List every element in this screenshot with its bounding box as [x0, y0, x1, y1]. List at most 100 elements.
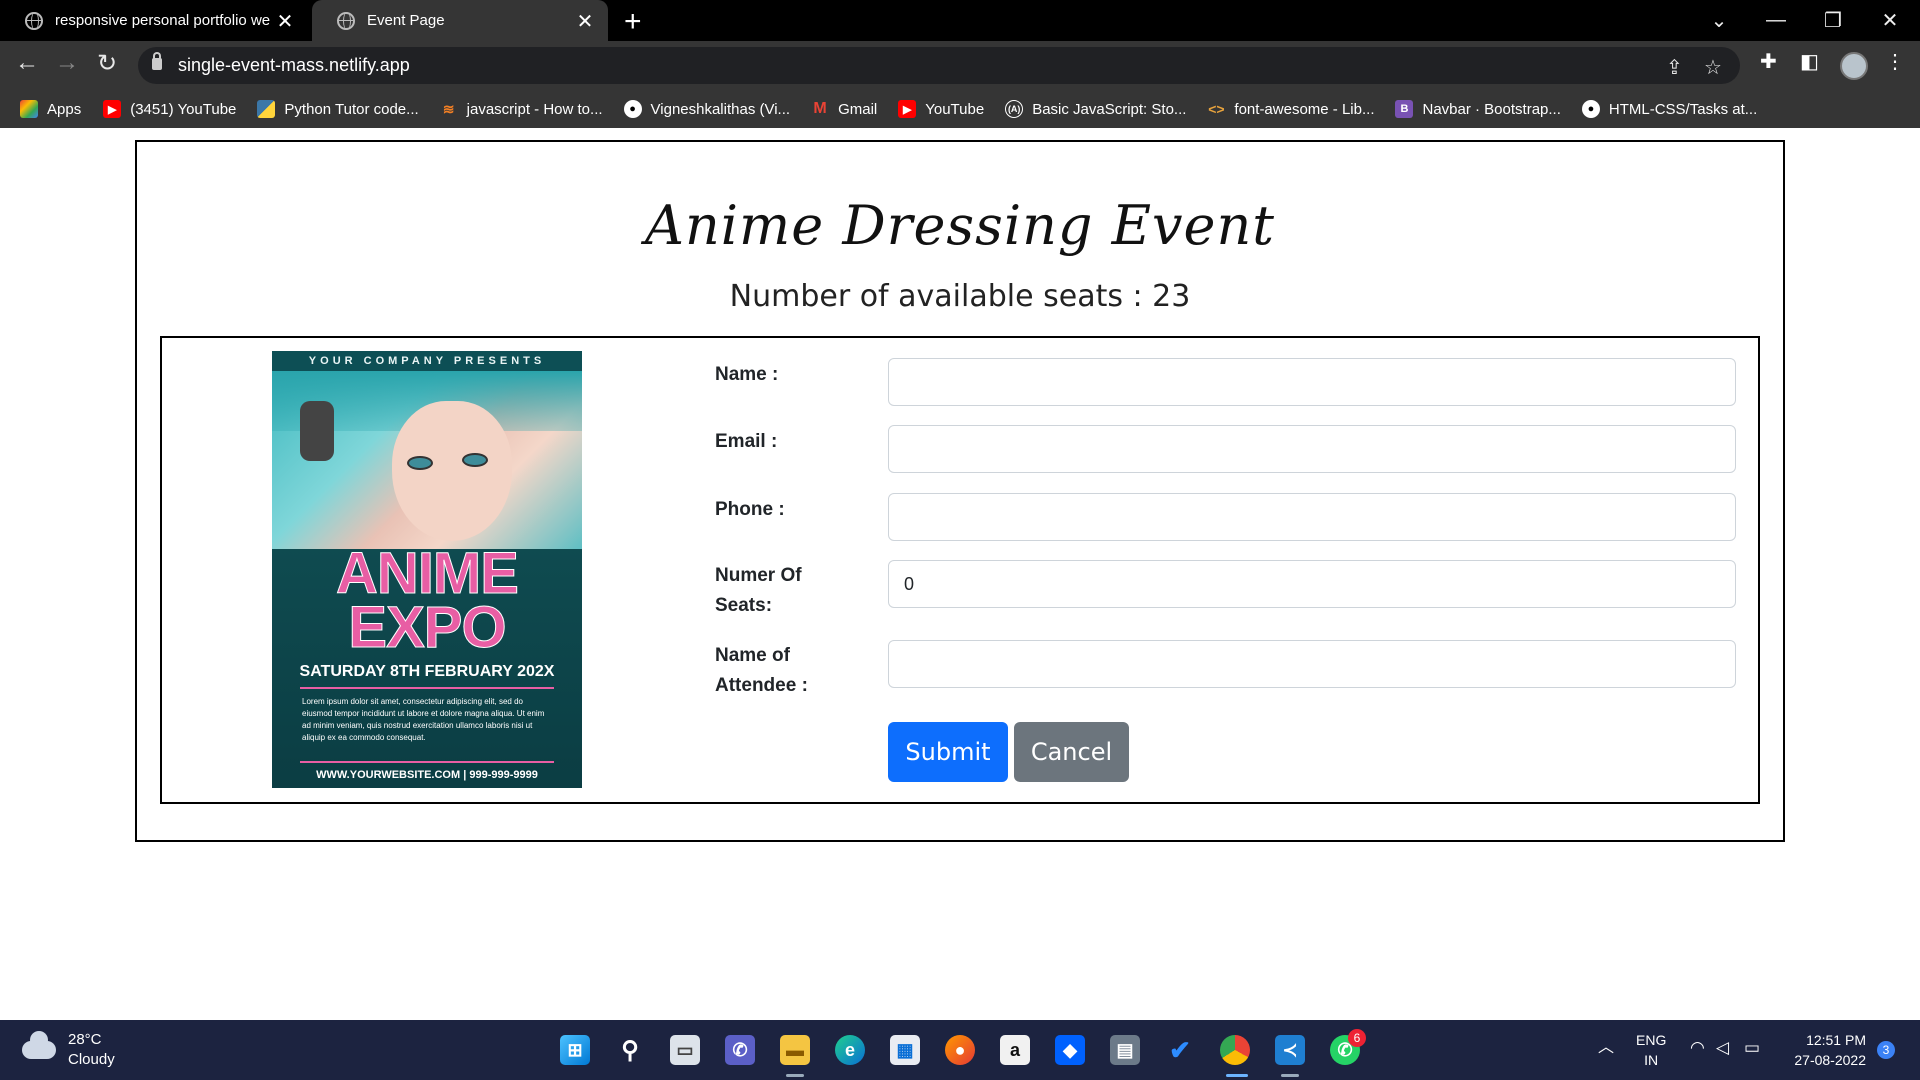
poster-face-shape — [392, 401, 512, 541]
running-indicator — [786, 1074, 804, 1077]
close-tab-icon[interactable]: ✕ — [274, 9, 296, 34]
amazon-icon[interactable]: a — [1000, 1035, 1030, 1065]
restore-button[interactable]: ❐ — [1806, 0, 1860, 41]
wifi-icon[interactable]: ◠ — [1690, 1038, 1705, 1058]
task-view-icon[interactable]: ▭ — [670, 1035, 700, 1065]
todo-check-icon[interactable]: ✔ — [1165, 1035, 1195, 1065]
bookmark-label: Basic JavaScript: Sto... — [1032, 100, 1187, 118]
menu-kebab-icon[interactable]: ⋮ — [1885, 49, 1905, 74]
tab-strip: responsive personal portfolio website ✕ … — [0, 0, 1920, 41]
firefox-icon[interactable]: ● — [945, 1035, 975, 1065]
tab-label: responsive personal portfolio website — [55, 12, 271, 29]
bookmark-stackoverflow[interactable]: ≋ javascript - How to... — [440, 90, 603, 128]
available-seats-text: Number of available seats : 23 — [729, 279, 1191, 314]
profile-avatar[interactable] — [1840, 52, 1868, 80]
bookmark-gmail[interactable]: M Gmail — [811, 90, 877, 128]
side-panel-icon[interactable]: ◧ — [1800, 49, 1819, 74]
url-text[interactable]: single-event-mass.netlify.app — [178, 55, 410, 76]
bookmark-font-awesome[interactable]: <> font-awesome - Lib... — [1207, 90, 1374, 128]
calculator-icon[interactable]: ▤ — [1110, 1035, 1140, 1065]
globe-icon — [337, 11, 355, 30]
clock[interactable]: 12:51 PM 27-08-2022 — [1786, 1030, 1866, 1070]
poster-eye-shape — [462, 453, 488, 467]
date-text: 27-08-2022 — [1794, 1052, 1866, 1068]
close-window-button[interactable]: ✕ — [1863, 0, 1917, 41]
bookmark-star-icon[interactable]: ☆ — [1704, 55, 1722, 80]
language-text: ENG — [1636, 1032, 1667, 1048]
seats-label-line-2: Seats: — [715, 595, 773, 616]
windows-start-icon[interactable]: ⊞ — [560, 1035, 590, 1065]
poster-headline-expo: EXPO — [348, 595, 507, 660]
seats-input[interactable] — [888, 560, 1736, 608]
bookmark-label: YouTube — [925, 100, 985, 118]
bookmark-youtube-3451[interactable]: ▶ (3451) YouTube — [103, 90, 236, 128]
event-container: Anime Dressing Event Number of available… — [135, 140, 1785, 842]
seats-label-line-1: Numer Of — [715, 565, 802, 586]
globe-icon — [25, 11, 43, 30]
running-indicator — [1281, 1074, 1299, 1077]
bookmark-apps[interactable]: Apps — [20, 90, 81, 128]
stackoverflow-icon: ≋ — [442, 100, 455, 117]
search-icon[interactable]: ⚲ — [615, 1035, 645, 1065]
page-viewport: Anime Dressing Event Number of available… — [0, 128, 1920, 1020]
youtube-icon: ▶ — [898, 100, 917, 118]
dropbox-icon[interactable]: ◆ — [1055, 1035, 1085, 1065]
battery-icon[interactable]: ▭ — [1744, 1038, 1760, 1058]
email-input[interactable] — [888, 425, 1736, 473]
minimize-button[interactable]: — — [1749, 0, 1803, 41]
chrome-icon[interactable] — [1220, 1035, 1250, 1065]
volume-icon[interactable]: ◁ — [1716, 1038, 1729, 1058]
poster-body-text: Lorem ipsum dolor sit amet, consectetur … — [302, 697, 545, 742]
tab-label: Event Page — [367, 12, 445, 29]
reload-icon[interactable]: ↻ — [92, 49, 122, 78]
bookmark-python-tutor[interactable]: Python Tutor code... — [257, 90, 419, 128]
url-bar[interactable]: single-event-mass.netlify.app ⇪ ☆ — [138, 47, 1740, 84]
microsoft-store-icon[interactable]: ▦ — [890, 1035, 920, 1065]
bookmark-bootstrap-navbar[interactable]: B Navbar · Bootstrap... — [1395, 90, 1561, 128]
teams-chat-icon[interactable]: ✆ — [725, 1035, 755, 1065]
attendee-name-input[interactable] — [888, 640, 1736, 688]
forward-arrow-icon[interactable]: → — [52, 49, 82, 77]
bookmark-freecodecamp[interactable]: (A) Basic JavaScript: Sto... — [1005, 90, 1186, 128]
file-explorer-icon[interactable]: ▬ — [780, 1035, 810, 1065]
bookmark-label: HTML-CSS/Tasks at... — [1608, 100, 1758, 118]
cancel-button[interactable]: Cancel — [1014, 722, 1129, 782]
name-input[interactable] — [888, 358, 1736, 406]
close-tab-icon[interactable]: ✕ — [574, 9, 596, 34]
tab-search-icon[interactable]: ⌄ — [1692, 0, 1746, 41]
freecodecamp-icon: (A) — [1005, 100, 1024, 118]
chevron-up-icon[interactable]: ︿ — [1598, 1038, 1614, 1058]
extensions-puzzle-icon[interactable]: ✚ — [1760, 49, 1777, 74]
bookmark-github-html-css[interactable]: ● HTML-CSS/Tasks at... — [1581, 90, 1758, 128]
edge-browser-icon[interactable]: e — [835, 1035, 865, 1065]
event-title: Anime Dressing Event — [644, 194, 1275, 257]
share-icon[interactable]: ⇪ — [1666, 55, 1683, 80]
notification-count-badge[interactable]: 3 — [1877, 1041, 1895, 1059]
tab-event-page[interactable]: Event Page ✕ — [312, 0, 608, 41]
bookmark-label: Navbar · Bootstrap... — [1422, 100, 1561, 118]
phone-input[interactable] — [888, 493, 1736, 541]
back-arrow-icon[interactable]: ← — [12, 49, 42, 77]
weather-widget[interactable]: 28°C Cloudy — [22, 1030, 115, 1070]
submit-button[interactable]: Submit — [888, 722, 1008, 782]
attendee-label-line-2: Attendee : — [715, 675, 808, 696]
vscode-icon[interactable]: ≺ — [1275, 1035, 1305, 1065]
anime-character-artwork — [272, 371, 582, 549]
tab-portfolio[interactable]: responsive personal portfolio website ✕ — [0, 0, 308, 41]
gmail-icon: M — [813, 100, 827, 117]
attendee-label: Name of Attendee : — [715, 641, 808, 701]
python-icon — [257, 100, 276, 118]
new-tab-button[interactable]: + — [624, 5, 642, 39]
poster-divider — [300, 687, 554, 689]
region-text: IN — [1644, 1052, 1659, 1068]
active-indicator — [1226, 1074, 1248, 1077]
language-indicator[interactable]: ENG IN — [1636, 1030, 1666, 1070]
bookmark-label: Python Tutor code... — [284, 100, 419, 118]
lock-icon[interactable] — [152, 52, 162, 70]
bookmark-label: (3451) YouTube — [130, 100, 237, 118]
poster-presenter-text: YOUR COMPANY PRESENTS — [272, 351, 582, 371]
bookmark-youtube[interactable]: ▶ YouTube — [898, 90, 984, 128]
bookmark-github-vigneshkalithas[interactable]: ● Vigneshkalithas (Vi... — [623, 90, 790, 128]
bootstrap-icon: B — [1395, 100, 1414, 118]
name-label: Name : — [715, 364, 779, 385]
